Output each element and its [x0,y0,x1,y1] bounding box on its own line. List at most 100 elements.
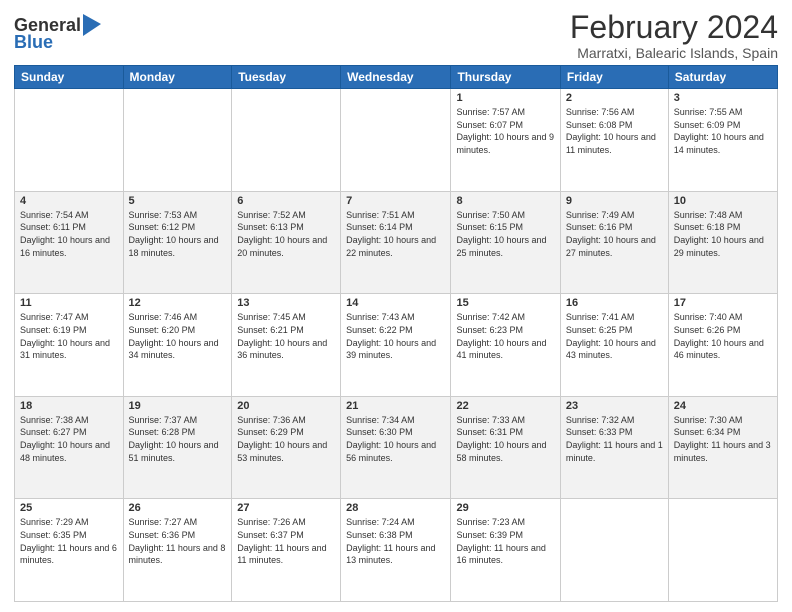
calendar-cell: 15Sunrise: 7:42 AM Sunset: 6:23 PM Dayli… [451,294,560,397]
day-info: Sunrise: 7:38 AM Sunset: 6:27 PM Dayligh… [20,414,118,464]
day-number: 4 [20,195,118,207]
weekday-header: Monday [123,66,232,89]
calendar-cell: 25 Sunrise: 7:29 AM Sunset: 6:35 PM Dayli… [15,499,124,602]
calendar-table: SundayMondayTuesdayWednesdayThursdayFrid… [14,65,778,602]
page: General Blue February 2024 Marratxi, Bal… [0,0,792,612]
calendar-cell: 16 Sunrise: 7:41 AM Sunset: 6:25 PM Dayli… [560,294,668,397]
calendar-cell: 1 Sunrise: 7:57 AM Sunset: 6:07 PM Daylig… [451,89,560,192]
calendar-cell: 28 Sunrise: 7:24 AM Sunset: 6:38 PM Dayli… [341,499,451,602]
calendar-cell: 14 Sunrise: 7:43 AM Sunset: 6:22 PM Dayli… [341,294,451,397]
day-info: Sunrise: 7:37 AM Sunset: 6:28 PM Dayligh… [129,414,227,464]
day-info: Sunrise: 7:41 AM Sunset: 6:25 PM Dayligh… [566,311,663,361]
day-number: 3 [674,92,772,104]
day-number: 14 [346,297,445,309]
calendar-cell [560,499,668,602]
day-number: 5 [129,195,227,207]
day-number: 7 [346,195,445,207]
logo: General Blue [14,14,101,53]
day-info: Sunrise: 7:40 AM Sunset: 6:26 PM Dayligh… [674,311,772,361]
day-number: 17 [674,297,772,309]
calendar-title: February 2024 [570,10,778,45]
day-number: 27 [237,502,335,514]
day-number: 6 [237,195,335,207]
day-number: 1 [456,92,554,104]
calendar-cell: 22 Sunrise: 7:33 AM Sunset: 6:31 PM Dayli… [451,396,560,499]
day-info: Sunrise: 7:53 AM Sunset: 6:12 PM Dayligh… [129,209,227,259]
day-info: Sunrise: 7:50 AM Sunset: 6:15 PM Dayligh… [456,209,554,259]
day-number: 8 [456,195,554,207]
calendar-cell: 8 Sunrise: 7:50 AM Sunset: 6:15 PM Daylig… [451,191,560,294]
day-number: 24 [674,400,772,412]
day-number: 18 [20,400,118,412]
day-number: 13 [237,297,335,309]
day-number: 11 [20,297,118,309]
day-info: Sunrise: 7:29 AM Sunset: 6:35 PM Dayligh… [20,516,118,566]
calendar-subtitle: Marratxi, Balearic Islands, Spain [570,45,778,61]
calendar-cell: 7 Sunrise: 7:51 AM Sunset: 6:14 PM Daylig… [341,191,451,294]
calendar-cell: 17 Sunrise: 7:40 AM Sunset: 6:26 PM Dayli… [668,294,777,397]
day-number: 20 [237,400,335,412]
day-info: Sunrise: 7:56 AM Sunset: 6:08 PM Dayligh… [566,106,663,156]
calendar-cell: 10 Sunrise: 7:48 AM Sunset: 6:18 PM Dayli… [668,191,777,294]
day-number: 2 [566,92,663,104]
calendar-cell: 2 Sunrise: 7:56 AM Sunset: 6:08 PM Daylig… [560,89,668,192]
calendar-cell: 11 Sunrise: 7:47 AM Sunset: 6:19 PM Dayli… [15,294,124,397]
calendar-cell: 6 Sunrise: 7:52 AM Sunset: 6:13 PM Daylig… [232,191,341,294]
calendar-cell [15,89,124,192]
weekday-header: Sunday [15,66,124,89]
day-info: Sunrise: 7:55 AM Sunset: 6:09 PM Dayligh… [674,106,772,156]
day-info: Sunrise: 7:45 AM Sunset: 6:21 PM Dayligh… [237,311,335,361]
calendar-cell: 18 Sunrise: 7:38 AM Sunset: 6:27 PM Dayli… [15,396,124,499]
day-info: Sunrise: 7:46 AM Sunset: 6:20 PM Dayligh… [129,311,227,361]
day-number: 29 [456,502,554,514]
day-number: 21 [346,400,445,412]
day-info: Sunrise: 7:24 AM Sunset: 6:38 PM Dayligh… [346,516,445,566]
day-info: Sunrise: 7:57 AM Sunset: 6:07 PM Dayligh… [456,106,554,156]
weekday-header: Tuesday [232,66,341,89]
day-info: Sunrise: 7:51 AM Sunset: 6:14 PM Dayligh… [346,209,445,259]
day-info: Sunrise: 7:47 AM Sunset: 6:19 PM Dayligh… [20,311,118,361]
day-info: Sunrise: 7:42 AM Sunset: 6:23 PM Dayligh… [456,311,554,361]
day-info: Sunrise: 7:36 AM Sunset: 6:29 PM Dayligh… [237,414,335,464]
day-number: 22 [456,400,554,412]
day-number: 23 [566,400,663,412]
calendar-cell [123,89,232,192]
day-info: Sunrise: 7:52 AM Sunset: 6:13 PM Dayligh… [237,209,335,259]
calendar-cell [232,89,341,192]
weekday-header: Saturday [668,66,777,89]
day-info: Sunrise: 7:48 AM Sunset: 6:18 PM Dayligh… [674,209,772,259]
day-number: 9 [566,195,663,207]
calendar-cell: 21 Sunrise: 7:34 AM Sunset: 6:30 PM Dayli… [341,396,451,499]
weekday-header: Wednesday [341,66,451,89]
calendar-cell: 19 Sunrise: 7:37 AM Sunset: 6:28 PM Dayli… [123,396,232,499]
day-number: 25 [20,502,118,514]
calendar-cell: 29Sunrise: 7:23 AM Sunset: 6:39 PM Dayli… [451,499,560,602]
day-number: 10 [674,195,772,207]
day-info: Sunrise: 7:43 AM Sunset: 6:22 PM Dayligh… [346,311,445,361]
day-info: Sunrise: 7:34 AM Sunset: 6:30 PM Dayligh… [346,414,445,464]
day-number: 19 [129,400,227,412]
calendar-cell: 13 Sunrise: 7:45 AM Sunset: 6:21 PM Dayli… [232,294,341,397]
calendar-cell [341,89,451,192]
day-info: Sunrise: 7:49 AM Sunset: 6:16 PM Dayligh… [566,209,663,259]
calendar-cell: 26Sunrise: 7:27 AM Sunset: 6:36 PM Dayli… [123,499,232,602]
calendar-cell: 3 Sunrise: 7:55 AM Sunset: 6:09 PM Daylig… [668,89,777,192]
day-number: 28 [346,502,445,514]
calendar-cell: 9 Sunrise: 7:49 AM Sunset: 6:16 PM Daylig… [560,191,668,294]
calendar-cell: 5 Sunrise: 7:53 AM Sunset: 6:12 PM Daylig… [123,191,232,294]
day-info: Sunrise: 7:26 AM Sunset: 6:37 PM Dayligh… [237,516,335,566]
title-block: February 2024 Marratxi, Balearic Islands… [570,10,778,61]
day-info: Sunrise: 7:33 AM Sunset: 6:31 PM Dayligh… [456,414,554,464]
calendar-cell: 24 Sunrise: 7:30 AM Sunset: 6:34 PM Dayli… [668,396,777,499]
day-info: Sunrise: 7:30 AM Sunset: 6:34 PM Dayligh… [674,414,772,464]
day-info: Sunrise: 7:32 AM Sunset: 6:33 PM Dayligh… [566,414,663,464]
day-info: Sunrise: 7:54 AM Sunset: 6:11 PM Dayligh… [20,209,118,259]
logo-icon [83,14,101,36]
calendar-cell: 23 Sunrise: 7:32 AM Sunset: 6:33 PM Dayli… [560,396,668,499]
day-number: 26 [129,502,227,514]
day-number: 12 [129,297,227,309]
calendar-cell: 12 Sunrise: 7:46 AM Sunset: 6:20 PM Dayli… [123,294,232,397]
calendar-cell: 20 Sunrise: 7:36 AM Sunset: 6:29 PM Dayli… [232,396,341,499]
day-number: 16 [566,297,663,309]
calendar-cell: 4 Sunrise: 7:54 AM Sunset: 6:11 PM Daylig… [15,191,124,294]
